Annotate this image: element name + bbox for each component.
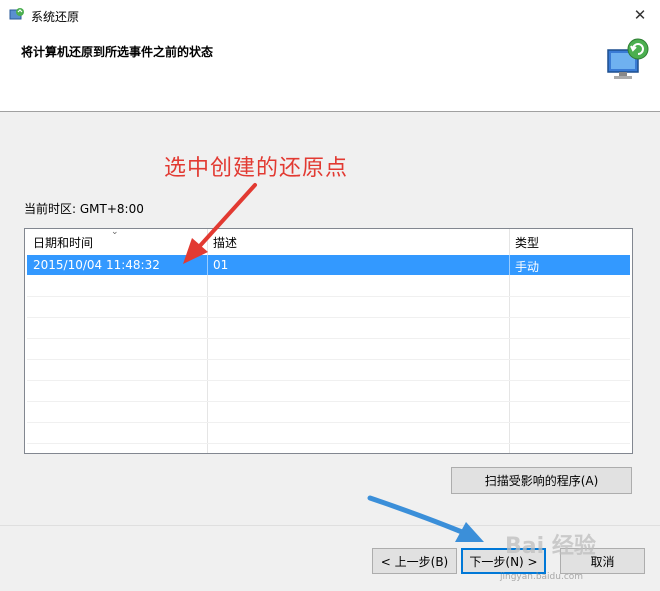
restore-point-list[interactable]: ⌄ 日期和时间 描述 类型 2015/10/04 11:48:32 01 手动: [24, 227, 633, 454]
timezone-label: 当前时区: GMT+8:00: [24, 202, 144, 216]
back-button[interactable]: < 上一步(B): [372, 548, 457, 574]
footer-divider: [0, 525, 660, 526]
title-bar: 系统还原 ✕: [0, 0, 660, 32]
row-divider: [27, 359, 630, 360]
page-title: 将计算机还原到所选事件之前的状态: [21, 45, 214, 59]
system-restore-monitor-icon: [607, 38, 649, 79]
close-button[interactable]: ✕: [628, 4, 652, 26]
row-divider: [27, 317, 630, 318]
window-title: 系统还原: [31, 10, 80, 24]
cell-divider: [509, 255, 510, 275]
row-divider: [27, 296, 630, 297]
annotation-text: 选中创建的还原点: [164, 156, 349, 181]
watermark-logo: Bai 经验: [505, 534, 596, 559]
system-restore-icon: [9, 8, 24, 20]
sort-down-icon: ⌄: [111, 227, 119, 237]
scan-affected-programs-button[interactable]: 扫描受影响的程序(A): [451, 467, 632, 494]
row-divider: [27, 338, 630, 339]
wizard-header: 将计算机还原到所选事件之前的状态: [0, 32, 660, 112]
watermark-url: jingyan.baidu.com: [500, 572, 584, 582]
column-header-date[interactable]: 日期和时间: [33, 234, 93, 251]
column-header-type[interactable]: 类型: [515, 234, 539, 251]
cell-divider: [207, 255, 208, 275]
row-divider: [27, 380, 630, 381]
row-divider: [27, 422, 630, 423]
table-row[interactable]: 2015/10/04 11:48:32 01 手动: [27, 255, 630, 275]
row-divider: [27, 401, 630, 402]
column-header-description[interactable]: 描述: [213, 234, 237, 251]
blue-arrow-icon: [367, 495, 484, 542]
row-divider: [27, 443, 630, 444]
cell-description: 01: [213, 258, 229, 272]
cell-type: 手动: [515, 260, 540, 274]
cell-date: 2015/10/04 11:48:32: [33, 258, 160, 272]
